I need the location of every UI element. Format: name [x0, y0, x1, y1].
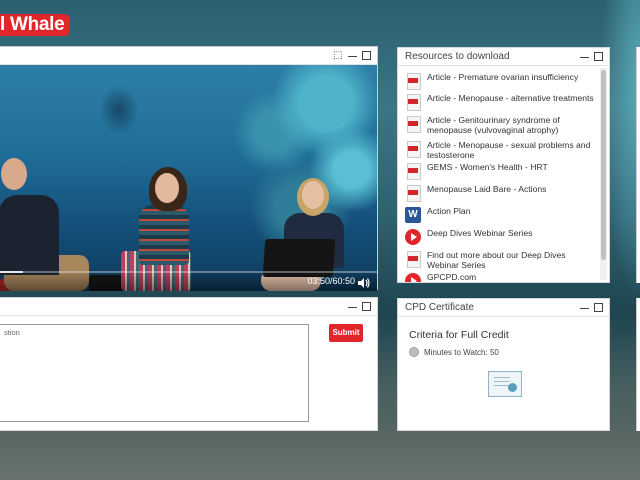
- cpd-criteria-heading: Criteria for Full Credit: [409, 329, 509, 341]
- cpd-criteria-row: Minutes to Watch: 50: [409, 347, 499, 357]
- resource-item-label: Article - Genitourinary syndrome of meno…: [427, 115, 560, 135]
- resource-item[interactable]: Menopause Laid Bare - Actions: [398, 184, 598, 202]
- pdf-icon: [405, 94, 421, 111]
- certificate-icon[interactable]: [488, 371, 522, 397]
- resources-panel-title: Resources to download: [405, 51, 510, 62]
- resources-panel-header: Resources to download: [398, 48, 609, 66]
- video-scene-diver: [99, 85, 139, 135]
- resource-item[interactable]: Article - Genitourinary syndrome of meno…: [398, 115, 598, 135]
- resource-item-label: GPCPD.com: [427, 272, 477, 282]
- cpd-panel: CPD Certificate Criteria for Full Credit…: [397, 298, 610, 431]
- edge-panel: [636, 298, 640, 431]
- resource-item[interactable]: Deep Dives Webinar Series: [398, 228, 598, 245]
- video-scene-presenter-3: [302, 181, 324, 209]
- resource-item[interactable]: Article - Premature ovarian insufficienc…: [398, 72, 598, 90]
- resource-item-label: Article - Menopause - sexual problems an…: [427, 140, 591, 160]
- expand-icon[interactable]: ⬚: [333, 51, 343, 61]
- resource-item-label: Article - Premature ovarian insufficienc…: [427, 72, 579, 82]
- question-placeholder: stion: [4, 328, 20, 337]
- maximize-icon[interactable]: [362, 302, 371, 311]
- maximize-icon[interactable]: [594, 303, 603, 312]
- video-timeline[interactable]: [0, 271, 377, 273]
- resources-scrollbar[interactable]: [600, 68, 607, 280]
- question-input[interactable]: stion: [0, 324, 309, 422]
- pdf-icon: [405, 141, 421, 158]
- resources-panel: Resources to download Article - Prematur…: [397, 47, 610, 283]
- submit-button[interactable]: Submit: [329, 324, 363, 342]
- resource-item-label: GEMS - Women's Health - HRT: [427, 162, 548, 172]
- brand-logo: l Whale: [0, 14, 71, 36]
- volume-icon[interactable]: [357, 276, 371, 288]
- resource-item-label: Action Plan: [427, 206, 471, 216]
- cpd-minutes-label: Minutes to Watch: 50: [424, 347, 499, 357]
- pdf-icon: [405, 185, 421, 202]
- video-scene-presenter-1: [0, 195, 59, 275]
- cpd-panel-title: CPD Certificate: [405, 302, 474, 313]
- minimize-icon[interactable]: [580, 303, 589, 309]
- video-player[interactable]: 03:50/60:50: [0, 65, 377, 291]
- status-dot-icon: [409, 347, 419, 357]
- resource-item[interactable]: Article - Menopause - sexual problems an…: [398, 140, 598, 160]
- play-icon: [405, 229, 421, 245]
- pdf-icon: [405, 163, 421, 180]
- resource-item[interactable]: Article - Menopause - alternative treatm…: [398, 93, 598, 111]
- video-time: 03:50/60:50: [307, 276, 355, 286]
- resources-list: Article - Premature ovarian insufficienc…: [398, 66, 598, 282]
- video-scene-presenter-1: [1, 158, 27, 190]
- question-panel: stion Submit: [0, 297, 378, 431]
- word-icon: W: [405, 207, 421, 223]
- play-icon: [405, 273, 421, 282]
- video-scene-presenter-2: [139, 205, 189, 265]
- resource-item[interactable]: Find out more about our Deep Dives Webin…: [398, 250, 598, 270]
- minimize-icon[interactable]: [348, 51, 357, 57]
- resource-item[interactable]: W Action Plan: [398, 206, 598, 223]
- resource-item[interactable]: GEMS - Women's Health - HRT: [398, 162, 598, 180]
- video-panel: ⬚ 03:50/60:50: [0, 46, 378, 291]
- resource-item-label: Deep Dives Webinar Series: [427, 228, 533, 238]
- minimize-icon[interactable]: [348, 302, 357, 308]
- pdf-icon: [405, 251, 421, 268]
- resources-scroll-thumb[interactable]: [601, 70, 606, 260]
- resource-item-label: Find out more about our Deep Dives Webin…: [427, 250, 566, 270]
- maximize-icon[interactable]: [594, 52, 603, 61]
- video-timeline-progress: [0, 271, 23, 273]
- pdf-icon: [405, 73, 421, 90]
- edge-panel: [636, 47, 640, 283]
- resource-item-label: Article - Menopause - alternative treatm…: [427, 93, 594, 103]
- resource-item-label: Menopause Laid Bare - Actions: [427, 184, 547, 194]
- video-scene-presenter-2: [155, 173, 179, 203]
- minimize-icon[interactable]: [580, 52, 589, 58]
- question-panel-header: [0, 298, 377, 316]
- cpd-panel-header: CPD Certificate: [398, 299, 609, 317]
- maximize-icon[interactable]: [362, 51, 371, 60]
- video-panel-header: ⬚: [0, 47, 377, 65]
- resource-item[interactable]: GPCPD.com: [398, 272, 598, 282]
- pdf-icon: [405, 116, 421, 133]
